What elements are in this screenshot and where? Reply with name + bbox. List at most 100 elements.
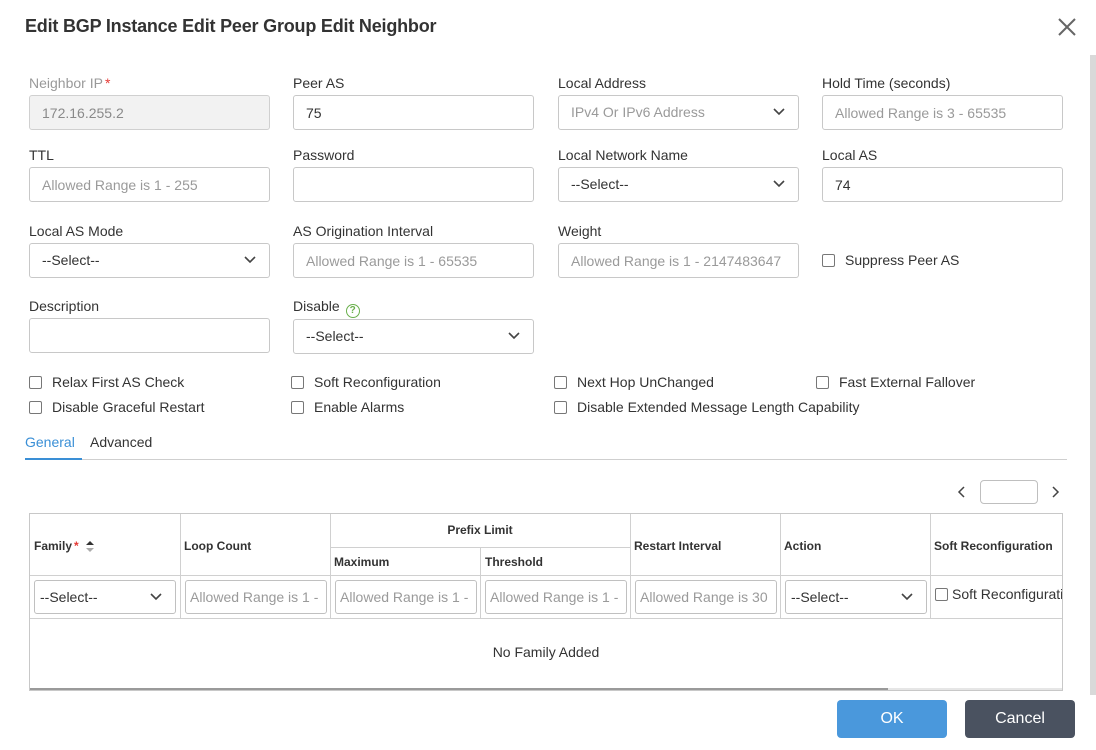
- fast-external-fallover-checkbox[interactable]: Fast External Fallover: [816, 374, 975, 390]
- local-address-field: Local Address IPv4 Or IPv6 Address: [558, 74, 799, 130]
- soft-reconfiguration-filter-checkbox[interactable]: Soft Reconfigurati: [935, 586, 1063, 602]
- local-as-mode-field: Local AS Mode --Select--: [29, 222, 270, 278]
- suppress-peer-as-checkbox[interactable]: Suppress Peer AS: [822, 252, 959, 268]
- column-divider: [780, 514, 781, 618]
- column-header-soft-reconfiguration: Soft Reconfiguration: [934, 539, 1053, 553]
- chevron-left-icon[interactable]: [956, 485, 968, 499]
- checkbox-box[interactable]: [291, 400, 304, 414]
- neighbor-ip-field: Neighbor IP *: [29, 74, 270, 130]
- password-input[interactable]: [293, 167, 534, 202]
- maximum-filter-input[interactable]: [335, 580, 477, 614]
- required-marker: *: [104, 75, 111, 91]
- description-input[interactable]: [29, 318, 270, 353]
- chevron-down-icon: [901, 593, 913, 601]
- chevron-right-icon[interactable]: [1049, 485, 1061, 499]
- checkbox-box[interactable]: [29, 375, 42, 389]
- dialog-scrollbar[interactable]: [1090, 55, 1096, 695]
- hold-time-label: Hold Time (seconds): [822, 75, 951, 91]
- action-filter-select[interactable]: --Select--: [785, 580, 927, 614]
- local-as-label: Local AS: [822, 147, 878, 163]
- row-divider: [30, 575, 1062, 576]
- disable-extended-message-checkbox[interactable]: Disable Extended Message Length Capabili…: [554, 399, 860, 415]
- local-as-mode-value: --Select--: [42, 252, 100, 268]
- peer-as-field: Peer AS: [293, 74, 534, 130]
- scrollbar-thumb[interactable]: [30, 688, 888, 690]
- as-origination-interval-input[interactable]: [293, 243, 534, 278]
- checkbox-box[interactable]: [291, 375, 304, 389]
- disable-extended-message-label: Disable Extended Message Length Capabili…: [577, 399, 860, 415]
- ttl-input[interactable]: [29, 167, 270, 202]
- column-header-family[interactable]: Family *: [34, 539, 95, 553]
- relax-first-as-check-label: Relax First AS Check: [52, 374, 185, 390]
- tab-bar: General Advanced: [25, 432, 1067, 460]
- threshold-filter-input[interactable]: [485, 580, 627, 614]
- local-network-name-field: Local Network Name --Select--: [558, 146, 799, 202]
- help-icon[interactable]: ?: [345, 304, 360, 318]
- action-filter-value: --Select--: [791, 589, 849, 605]
- neighbor-ip-input: [29, 95, 270, 130]
- disable-graceful-restart-checkbox[interactable]: Disable Graceful Restart: [29, 399, 205, 415]
- local-as-mode-select[interactable]: --Select--: [29, 243, 270, 278]
- tab-advanced[interactable]: Advanced: [90, 432, 152, 460]
- disable-graceful-restart-label: Disable Graceful Restart: [52, 399, 205, 415]
- local-address-placeholder: IPv4 Or IPv6 Address: [571, 104, 705, 120]
- local-as-input[interactable]: [822, 167, 1063, 202]
- checkbox-box[interactable]: [554, 400, 567, 414]
- soft-reconfiguration-label: Soft Reconfiguration: [314, 374, 441, 390]
- soft-reconfiguration-checkbox[interactable]: Soft Reconfiguration: [291, 374, 441, 390]
- chevron-down-icon: [773, 108, 785, 116]
- next-hop-unchanged-label: Next Hop UnChanged: [577, 374, 714, 390]
- fast-external-fallover-label: Fast External Fallover: [839, 374, 976, 390]
- peer-as-label: Peer AS: [293, 75, 345, 91]
- peer-as-input[interactable]: [293, 95, 534, 130]
- column-header-loop-count: Loop Count: [184, 539, 252, 553]
- column-header-threshold: Threshold: [485, 555, 544, 569]
- neighbor-ip-label: Neighbor IP: [29, 75, 103, 91]
- enable-alarms-checkbox[interactable]: Enable Alarms: [291, 399, 404, 415]
- description-field: Description: [29, 297, 270, 353]
- column-header-restart-interval: Restart Interval: [634, 539, 722, 553]
- password-label: Password: [293, 147, 355, 163]
- as-origination-interval-label: AS Origination Interval: [293, 223, 434, 239]
- family-filter-value: --Select--: [40, 589, 98, 605]
- family-table: Family * Loop Count Prefix Limit Maximum …: [29, 513, 1063, 691]
- loop-count-filter-input[interactable]: [185, 580, 327, 614]
- required-marker: *: [74, 539, 79, 553]
- hold-time-input[interactable]: [822, 95, 1063, 130]
- checkbox-box[interactable]: [554, 375, 567, 389]
- local-address-select[interactable]: IPv4 Or IPv6 Address: [558, 95, 799, 130]
- family-filter-select[interactable]: --Select--: [34, 580, 176, 614]
- local-network-name-value: --Select--: [571, 176, 629, 192]
- page-number-input[interactable]: [980, 480, 1038, 504]
- suppress-peer-as-label: Suppress Peer AS: [845, 252, 960, 268]
- column-divider: [630, 514, 631, 618]
- sort-icon[interactable]: [86, 541, 95, 552]
- ok-button[interactable]: OK: [837, 700, 947, 738]
- checkbox-box[interactable]: [816, 375, 829, 389]
- local-network-name-label: Local Network Name: [558, 147, 688, 163]
- family-header-label: Family: [34, 539, 73, 553]
- edit-neighbor-dialog: Edit BGP Instance Edit Peer Group Edit N…: [0, 0, 1096, 750]
- row-divider: [30, 618, 1062, 619]
- close-icon[interactable]: [1056, 16, 1078, 38]
- disable-select[interactable]: --Select--: [293, 319, 534, 354]
- chevron-down-icon: [773, 180, 785, 188]
- soft-reconfiguration-filter-label: Soft Reconfigurati: [952, 586, 1063, 602]
- checkbox-box[interactable]: [822, 253, 835, 267]
- local-network-name-select[interactable]: --Select--: [558, 167, 799, 202]
- relax-first-as-check-checkbox[interactable]: Relax First AS Check: [29, 374, 184, 390]
- chevron-down-icon: [150, 593, 162, 601]
- weight-input[interactable]: [558, 243, 799, 278]
- column-divider: [480, 547, 481, 618]
- column-divider: [180, 514, 181, 618]
- password-field: Password: [293, 146, 534, 202]
- restart-interval-filter-input[interactable]: [635, 580, 777, 614]
- tab-general[interactable]: General: [25, 432, 82, 460]
- checkbox-box[interactable]: [935, 587, 948, 601]
- chevron-down-icon: [508, 332, 520, 340]
- next-hop-unchanged-checkbox[interactable]: Next Hop UnChanged: [554, 374, 714, 390]
- hold-time-field: Hold Time (seconds): [822, 74, 1063, 130]
- checkbox-box[interactable]: [29, 400, 42, 414]
- enable-alarms-label: Enable Alarms: [314, 399, 405, 415]
- cancel-button[interactable]: Cancel: [965, 700, 1075, 738]
